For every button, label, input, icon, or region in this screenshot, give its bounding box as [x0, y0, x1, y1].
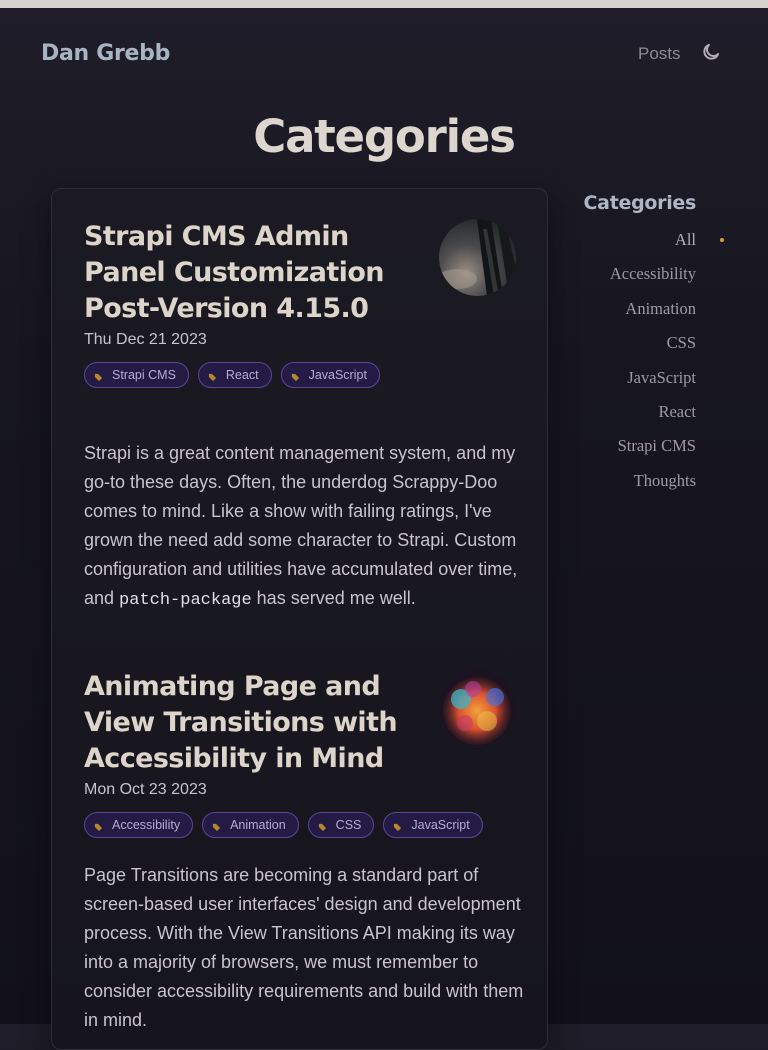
tag-icon — [318, 821, 327, 831]
post-title-link[interactable]: Strapi CMS Admin Panel Customization Pos… — [84, 219, 414, 327]
page-title: Categories — [253, 110, 516, 163]
tag-link[interactable]: Animation — [202, 812, 299, 838]
tag-label: JavaScript — [308, 368, 367, 382]
category-link-accessibility[interactable]: Accessibility — [560, 264, 696, 298]
tag-link[interactable]: React — [197, 362, 272, 388]
theme-toggle-button[interactable] — [700, 42, 722, 64]
site-header: Dan Grebb Posts — [0, 8, 768, 94]
post-thumbnail[interactable] — [439, 669, 516, 746]
excerpt-text: Strapi is a great content management sys… — [84, 443, 516, 492]
active-indicator-dot — [720, 238, 724, 242]
nav-posts-link[interactable]: Posts — [638, 44, 681, 64]
tag-icon — [208, 371, 217, 381]
category-link-css[interactable]: CSS — [560, 333, 696, 367]
category-link-javascript[interactable]: JavaScript — [560, 368, 696, 402]
category-link-all[interactable]: All — [560, 230, 696, 264]
posts-card: Strapi CMS Admin Panel Customization Pos… — [51, 188, 548, 1050]
site-title-link[interactable]: Dan Grebb — [41, 41, 170, 66]
post-tags: Strapi CMS React JavaScript — [84, 362, 380, 388]
tag-label: React — [225, 368, 259, 382]
post-excerpt: Page Transitions are becoming a standard… — [84, 865, 524, 1030]
tag-icon — [291, 371, 300, 381]
post-thumbnail-image — [439, 219, 516, 296]
tag-link[interactable]: Accessibility — [84, 812, 194, 838]
categories-sidebar: Categories All Accessibility Animation C… — [560, 192, 724, 490]
post-thumbnail-image — [439, 669, 516, 746]
excerpt-code: patch-package — [119, 591, 252, 610]
tag-link[interactable]: JavaScript — [280, 362, 380, 388]
top-accent-bar — [0, 0, 768, 8]
category-list: All Accessibility Animation CSS JavaScri… — [560, 230, 724, 505]
tag-label: Accessibility — [112, 818, 181, 832]
post-date: Mon Oct 23 2023 — [84, 781, 207, 798]
tag-label: Strapi CMS — [112, 368, 176, 382]
tag-icon — [393, 821, 402, 831]
post-excerpt: Strapi is a great content management sys… — [84, 439, 524, 615]
sidebar-title: Categories — [583, 192, 697, 214]
tag-label: CSS — [335, 818, 362, 832]
category-link-animation[interactable]: Animation — [560, 299, 696, 333]
tag-icon — [212, 821, 221, 831]
tag-link[interactable]: Strapi CMS — [84, 362, 189, 388]
tag-link[interactable]: CSS — [307, 812, 375, 838]
category-link-react[interactable]: React — [560, 402, 696, 436]
moon-icon — [703, 43, 720, 60]
category-link-strapi-cms[interactable]: Strapi CMS — [560, 436, 696, 470]
post-tags: Accessibility Animation CSS JavaScript — [84, 812, 483, 838]
post-title-link[interactable]: Animating Page and View Transitions with… — [84, 669, 414, 777]
tag-label: JavaScript — [411, 818, 470, 832]
tag-icon — [94, 371, 103, 381]
tag-link[interactable]: JavaScript — [383, 812, 483, 838]
post-date: Thu Dec 21 2023 — [84, 331, 207, 348]
excerpt-text: has served me well. — [251, 588, 416, 608]
post-thumbnail[interactable] — [439, 219, 516, 296]
tag-icon — [94, 821, 103, 831]
tag-label: Animation — [230, 818, 286, 832]
category-link-thoughts[interactable]: Thoughts — [560, 471, 696, 505]
